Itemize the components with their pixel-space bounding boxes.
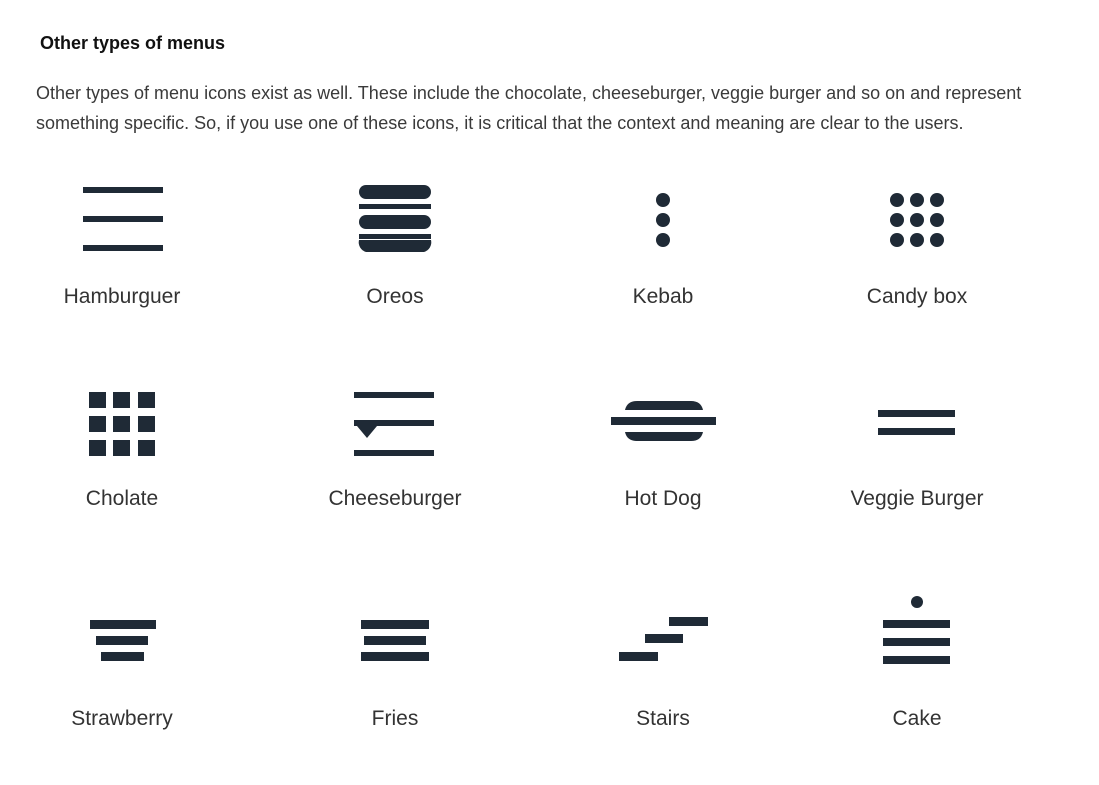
section-heading: Other types of menus [40, 33, 226, 53]
stairs-icon [619, 617, 708, 661]
menu-label: Cholate [85, 487, 159, 510]
menu-label: Hamburguer [63, 285, 181, 308]
menu-cell-chocolate: Cholate [0, 375, 252, 575]
menu-label: Stairs [636, 707, 690, 730]
menu-label: Strawberry [71, 707, 173, 730]
menu-label: Kebab [632, 285, 694, 308]
menu-label: Candy box [866, 285, 968, 308]
menu-label: Oreos [366, 285, 424, 308]
strawberry-icon [90, 620, 156, 661]
menu-label: Veggie Burger [850, 487, 984, 510]
menu-cell-cake: Cake [787, 585, 1047, 785]
chocolate-icon [89, 392, 155, 456]
kebab-icon [656, 193, 670, 247]
menu-cell-stairs: Stairs [533, 585, 793, 785]
candy-box-icon [890, 193, 944, 247]
hamburger-icon [83, 187, 163, 251]
menu-cell-fries: Fries [265, 585, 525, 785]
menu-cell-cheeseburger: Cheeseburger [265, 375, 525, 575]
menu-label: Hot Dog [624, 487, 702, 510]
cheeseburger-icon [354, 392, 434, 456]
menu-icon-grid: Hamburguer Oreos Kebab Candy box Cholate… [0, 170, 1099, 737]
veggie-burger-icon [878, 410, 955, 435]
menu-label: Fries [371, 707, 419, 730]
menu-label: Cheeseburger [328, 487, 462, 510]
menu-label: Cake [892, 707, 942, 730]
cake-icon [883, 596, 950, 664]
hot-dog-icon [611, 401, 716, 441]
fries-icon [361, 620, 429, 661]
intro-paragraph: Other types of menu icons exist as well.… [36, 83, 1022, 133]
menu-cell-veggie-burger: Veggie Burger [787, 375, 1047, 575]
menu-cell-kebab: Kebab [533, 170, 793, 370]
oreos-icon [358, 185, 432, 252]
menu-cell-hamburger: Hamburguer [0, 170, 252, 370]
menu-cell-candy-box: Candy box [787, 170, 1047, 370]
menu-cell-strawberry: Strawberry [0, 585, 252, 785]
menu-cell-oreos: Oreos [265, 170, 525, 370]
menu-cell-hot-dog: Hot Dog [533, 375, 793, 575]
